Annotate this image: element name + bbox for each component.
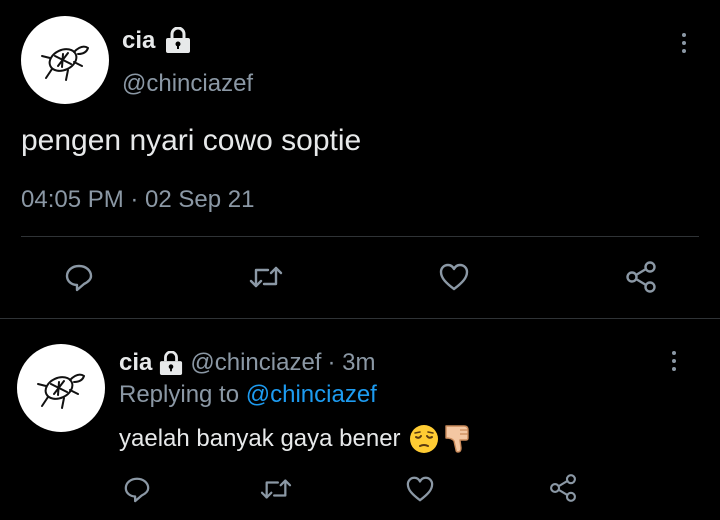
reply-tweet-text: yaelah banyak gaya bener bbox=[119, 425, 401, 452]
reply-icon bbox=[124, 477, 150, 503]
reply-share-button[interactable] bbox=[548, 473, 578, 503]
share-icon bbox=[550, 474, 576, 502]
main-divider bbox=[21, 236, 699, 237]
reply-header: cia @chinciazef · 3m bbox=[119, 349, 375, 377]
share-icon bbox=[626, 261, 656, 293]
main-share-button[interactable] bbox=[624, 260, 658, 294]
retweet-icon bbox=[260, 479, 292, 499]
retweet-icon bbox=[249, 266, 283, 288]
reply-more-options-button[interactable] bbox=[670, 351, 678, 371]
reply-like-button[interactable] bbox=[405, 475, 435, 503]
like-icon bbox=[439, 263, 469, 291]
like-icon bbox=[406, 476, 434, 502]
more-options-icon bbox=[672, 351, 676, 355]
thumbs-down-icon bbox=[444, 425, 469, 453]
reply-handle[interactable]: @chinciazef bbox=[190, 349, 321, 377]
main-retweet-button[interactable] bbox=[248, 262, 284, 292]
turtle-avatar-icon bbox=[41, 45, 89, 81]
replying-to-handle[interactable]: @chinciazef bbox=[246, 381, 377, 408]
main-handle[interactable]: @chinciazef bbox=[122, 70, 253, 98]
replying-to: Replying to @chinciazef bbox=[119, 381, 377, 409]
main-avatar[interactable] bbox=[21, 16, 109, 104]
reply-reply-button[interactable] bbox=[123, 475, 151, 503]
reply-avatar[interactable] bbox=[17, 344, 105, 432]
main-timestamp[interactable]: 04:05 PM · 02 Sep 21 bbox=[21, 186, 254, 214]
replying-to-prefix: Replying to bbox=[119, 381, 240, 408]
main-tweet-text: pengen nyari cowo soptie bbox=[21, 124, 362, 157]
main-display-name[interactable]: cia bbox=[122, 27, 155, 55]
main-more-options-button[interactable] bbox=[680, 33, 688, 53]
reply-time-ago: · 3m bbox=[327, 349, 376, 376]
main-like-button[interactable] bbox=[438, 262, 470, 292]
pensive-face-icon bbox=[409, 425, 438, 453]
reply-retweet-button[interactable] bbox=[259, 475, 293, 503]
lock-icon bbox=[160, 351, 183, 375]
turtle-avatar-icon bbox=[37, 373, 85, 409]
reply-display-name[interactable]: cia bbox=[119, 349, 152, 377]
section-divider bbox=[0, 318, 720, 319]
lock-icon bbox=[166, 27, 190, 53]
more-options-icon bbox=[682, 33, 686, 37]
reply-tweet-body: yaelah banyak gaya bener bbox=[119, 423, 474, 455]
reply-icon bbox=[65, 264, 93, 292]
main-reply-button[interactable] bbox=[64, 262, 94, 292]
